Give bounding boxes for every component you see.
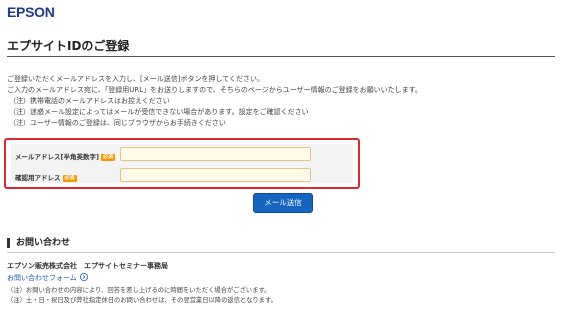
confirm-email-label-text: 確認用アドレス: [15, 174, 61, 182]
required-badge: 必須: [62, 175, 77, 182]
send-mail-button[interactable]: メール送信: [253, 193, 313, 213]
email-label: メールアドレス[半角英数字] 必須: [15, 151, 115, 161]
confirm-email-label: 確認用アドレス 必須: [15, 172, 77, 182]
contact-form-link-text[interactable]: お問い合わせフォーム: [7, 274, 77, 282]
required-badge: 必須: [100, 154, 115, 161]
intro-note-2: （注）迷惑メール設定によってはメールが受信できない場合があります。設定をご確認く…: [9, 108, 309, 116]
title-divider: [7, 56, 555, 57]
intro-note-3: （注）ユーザー情報のご登録は、同じブラウザからお手続きください: [9, 119, 226, 127]
contact-form-link[interactable]: お問い合わせフォーム: [7, 273, 88, 283]
email-input[interactable]: [120, 147, 311, 161]
intro-line-2: ご入力のメールアドレス宛に、「登録用URL」をお送りしますので、そちらのページか…: [7, 86, 422, 94]
email-form: メールアドレス[半角英数字] 必須 確認用アドレス 必須: [11, 144, 353, 183]
contact-heading: お問い合わせ: [7, 238, 70, 248]
intro-line-1: ご登録いただくメールアドレスを入力し、[メール送信]ボタンを押してください。: [7, 75, 265, 83]
confirm-email-row: 確認用アドレス 必須: [11, 166, 353, 186]
email-row: メールアドレス[半角英数字] 必須: [11, 145, 353, 165]
contact-divider: [7, 252, 555, 253]
company-name: エプソン販売株式会社 エプサイトセミナー事務局: [7, 262, 168, 270]
contact-note-2: （注）土・日・祝日及び弊社指定休日のお問い合わせは、その翌営業日以降の返信となり…: [7, 297, 277, 304]
circle-arrow-right-icon: [79, 273, 88, 281]
contact-note-1: （注）お問い合わせの内容により、回答を差し上げるのに時間をいただく場合がございま…: [7, 287, 271, 294]
page-title: エプサイトIDのご登録: [7, 39, 130, 53]
email-form-box: メールアドレス[半角英数字] 必須 確認用アドレス 必須: [4, 138, 360, 189]
intro-note-1: （注）携帯電話のメールアドレスはお控えください: [9, 97, 170, 105]
email-label-text: メールアドレス[半角英数字]: [15, 153, 99, 161]
intro-text: ご登録いただくメールアドレスを入力し、[メール送信]ボタンを押してください。 ご…: [7, 74, 422, 129]
epson-logo[interactable]: EPSON: [7, 4, 55, 20]
confirm-email-input[interactable]: [120, 168, 311, 182]
